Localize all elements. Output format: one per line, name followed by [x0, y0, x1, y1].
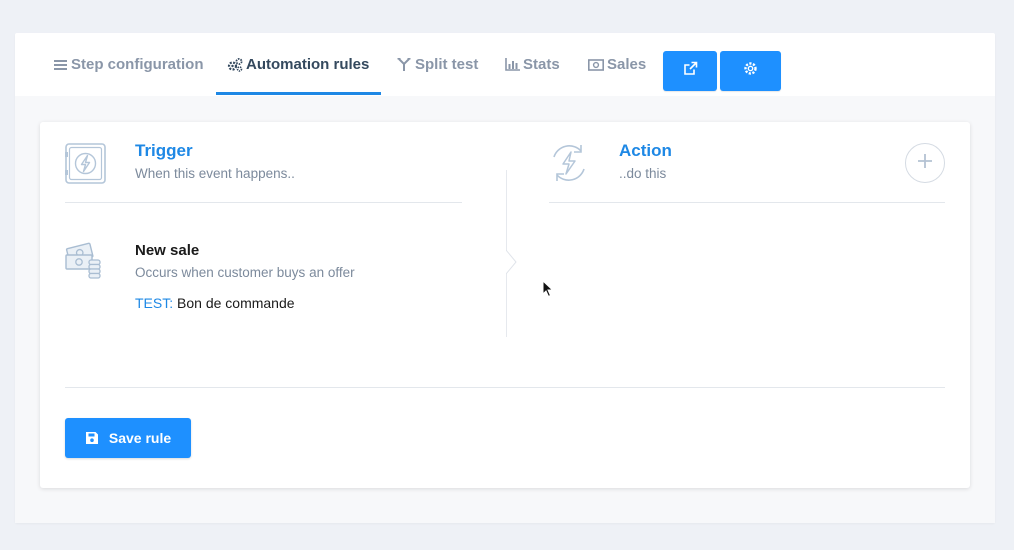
external-link-icon — [683, 61, 698, 81]
tab-label: Stats — [523, 56, 560, 73]
event-test-info: TEST: Bon de commande — [135, 295, 295, 311]
separator-arrow-icon — [505, 249, 518, 279]
trigger-subtitle: When this event happens.. — [135, 166, 295, 181]
tab-split-test[interactable]: Split test — [396, 33, 478, 96]
tab-label: Step configuration — [71, 56, 204, 73]
test-value: Bon de commande — [177, 295, 295, 311]
event-title: New sale — [135, 242, 200, 259]
tab-label: Automation rules — [246, 56, 370, 73]
plus-icon — [917, 153, 933, 174]
tab-bar: Step configuration Automation rules Spli… — [15, 33, 995, 96]
action-subtitle: ..do this — [619, 166, 667, 181]
lightning-box-icon — [65, 143, 106, 189]
footer-divider — [65, 387, 945, 388]
save-rule-label: Save rule — [108, 430, 172, 446]
tab-automation-rules[interactable]: Automation rules — [227, 33, 369, 96]
action-divider — [549, 202, 945, 203]
money-stack-icon — [65, 242, 103, 284]
test-key: TEST — [135, 295, 170, 311]
list-icon — [52, 57, 68, 73]
money-icon — [588, 57, 604, 73]
active-tab-indicator — [216, 92, 381, 95]
open-external-button[interactable] — [663, 51, 717, 91]
tab-label: Split test — [415, 56, 479, 73]
floppy-disk-icon — [85, 431, 99, 445]
editor-panel: Step configuration Automation rules Spli… — [15, 33, 995, 523]
settings-button[interactable] — [720, 51, 781, 91]
lightning-refresh-icon — [548, 142, 590, 189]
tab-sales[interactable]: Sales — [588, 33, 646, 96]
add-action-button[interactable] — [905, 143, 945, 183]
gears-icon — [227, 57, 243, 73]
event-description: Occurs when customer buys an offer — [135, 265, 355, 280]
trigger-title: Trigger — [135, 141, 193, 160]
action-title: Action — [619, 141, 672, 160]
tab-label: Sales — [607, 56, 647, 73]
tab-stats[interactable]: Stats — [504, 33, 560, 96]
split-icon — [396, 57, 412, 73]
trigger-divider — [65, 202, 462, 203]
settings-gear-icon — [743, 61, 758, 81]
bar-chart-icon — [504, 57, 520, 73]
save-rule-button[interactable]: Save rule — [65, 418, 191, 458]
tab-step-configuration[interactable]: Step configuration — [52, 33, 204, 96]
mouse-cursor-icon — [542, 279, 554, 303]
